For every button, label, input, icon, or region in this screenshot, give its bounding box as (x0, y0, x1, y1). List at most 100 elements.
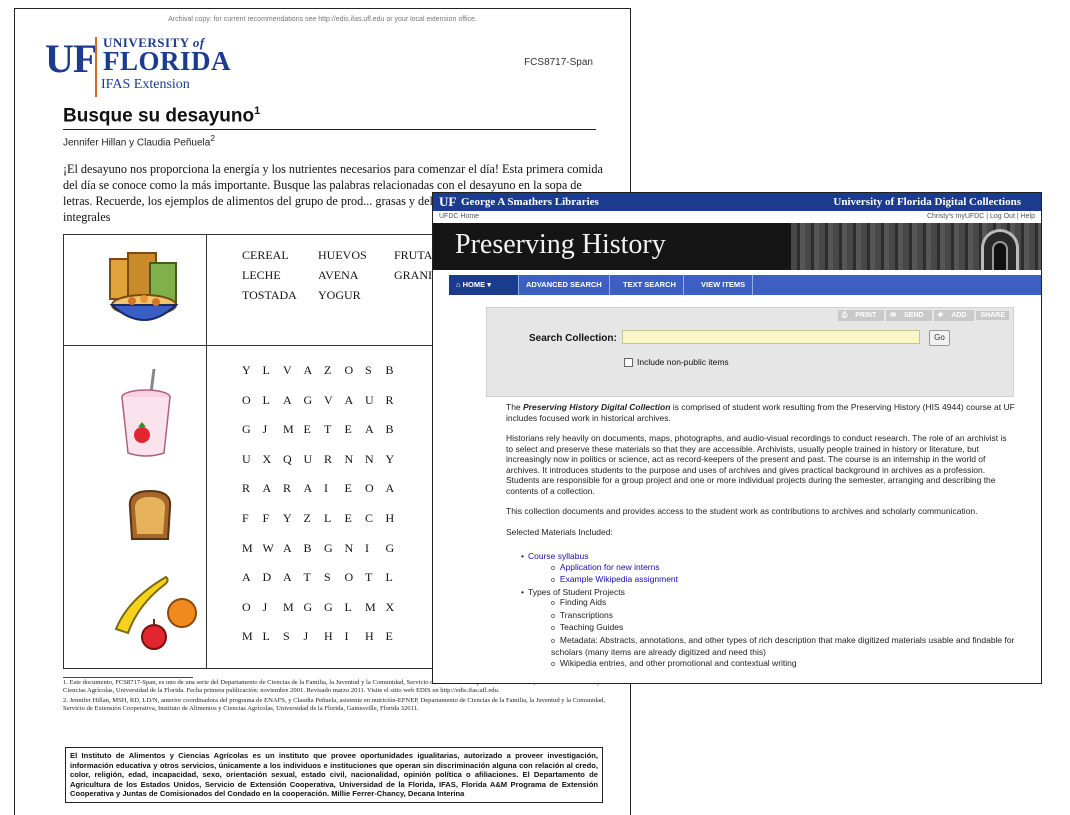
tab-home[interactable]: ⌂ HOME ▾ (449, 275, 519, 295)
list-item: Types of Student Projects Finding Aids T… (521, 587, 1016, 671)
banner-title: Preserving History (455, 229, 666, 260)
grid-letter: L (324, 510, 332, 525)
toast-illustration (128, 489, 172, 540)
grid-letter: V (283, 363, 292, 377)
share-button[interactable]: SHARE (976, 311, 1009, 320)
grid-letter: L (262, 629, 270, 644)
course-syllabus-link[interactable]: Course syllabus (528, 551, 588, 561)
grid-letter: R (242, 481, 251, 496)
digital-collections-window: UF George A Smathers Libraries Universit… (432, 192, 1042, 684)
print-button[interactable]: ⎙ PRINT (837, 310, 885, 321)
logo-uf: UF (45, 36, 97, 81)
grid-letter: C (365, 510, 374, 525)
logo-florida: FLORIDA (103, 46, 232, 76)
grid-letter: E (344, 481, 352, 496)
grid-letter: O (344, 570, 354, 585)
grid-letter: A (242, 570, 251, 585)
grid-row: UXQURNNY (242, 452, 406, 482)
grid-letter: Y (385, 451, 395, 466)
grid-letter: H (324, 629, 333, 644)
include-nonpublic-checkbox[interactable] (624, 358, 633, 367)
grid-letter: E (344, 422, 352, 437)
grid-row: MLSJHIHE (242, 629, 406, 659)
grid-letter: S (283, 629, 290, 644)
grid-letter: G (242, 422, 251, 437)
list-item[interactable]: Example Wikipedia assignment (551, 574, 1016, 587)
interns-application-link[interactable]: Application for new interns (560, 562, 660, 572)
grid-letter: B (385, 422, 394, 437)
grid-letter: H (365, 629, 374, 644)
grid-letter: M (283, 599, 294, 614)
grid-row: OJMGGLMX (242, 600, 406, 630)
logo-divider (95, 37, 97, 97)
collection-description: The Preserving History Digital Collectio… (506, 402, 1016, 670)
grid-letter: Y (242, 363, 251, 377)
cereal-bowl-illustration (109, 252, 179, 321)
collection-banner: Preserving History (433, 223, 1041, 270)
grid-letter: R (324, 451, 333, 466)
list-item[interactable]: Application for new interns (551, 562, 1016, 575)
list-item: Metadata: Abstracts, annotations, and ot… (551, 635, 1016, 658)
grid-row: FFYZLECH (242, 511, 406, 541)
yogurt-illustration (121, 368, 171, 457)
footnote-2: 2. Jennifer Hillan, MSH, RD, LD/N, anter… (63, 696, 606, 713)
grid-letter: E (385, 629, 393, 644)
document-authors: Jennifer Hillan y Claudia Peñuela2 (63, 133, 215, 149)
materials-heading: Selected Materials Included: (506, 526, 613, 537)
grid-letter: I (365, 540, 369, 555)
list-item: Wikipedia entries, and other promotional… (551, 658, 1016, 671)
uf-mark[interactable]: UF (439, 194, 456, 210)
wikipedia-assignment-link[interactable]: Example Wikipedia assignment (560, 574, 678, 584)
letter-grid: YLVAZOSBOLAGVAURGJMETEABUXQURNNYRARAIEOA… (242, 363, 406, 659)
grid-letter: O (242, 392, 251, 407)
search-input[interactable] (622, 330, 920, 344)
uf-ifas-logo: UF UNIVERSITY of FLORIDA IFAS Extension (45, 33, 245, 99)
list-item[interactable]: Course syllabus Application for new inte… (521, 551, 1016, 587)
grid-letter: Z (324, 363, 332, 377)
tab-advanced-search[interactable]: ADVANCED SEARCH (519, 275, 610, 295)
grid-letter: O (242, 599, 251, 614)
ufdc-home-link[interactable]: UFDC Home (439, 213, 479, 220)
document-code: FCS8717-Span (524, 57, 593, 68)
grid-letter: I (344, 629, 349, 644)
grid-letter: A (303, 481, 313, 496)
search-panel: ⎙ PRINT ✉ SEND ✚ ADD SHARE Search Collectio… (486, 307, 1014, 397)
grid-row: RARAIEOA (242, 481, 406, 511)
grid-letter: F (262, 510, 270, 525)
grid-letter: O (365, 481, 374, 496)
grid-letter: E (344, 510, 352, 525)
grid-letter: X (262, 451, 272, 466)
account-links[interactable]: Christy's myUFDC | Log Out | Help (927, 213, 1035, 220)
include-nonpublic-label: Include non-public items (637, 357, 729, 367)
grid-letter: B (303, 540, 312, 555)
grid-letter: R (283, 481, 292, 496)
description-paragraph: The Preserving History Digital Collectio… (506, 402, 1015, 423)
grid-letter: N (344, 540, 354, 555)
footnotes: 1. Este documento, FCS8717-Span, es uno … (63, 679, 608, 715)
grid-row: ADATSOTL (242, 570, 406, 600)
grid-row: YLVAZOSB (242, 363, 406, 393)
collection-site-name[interactable]: University of Florida Digital Collection… (833, 196, 1021, 208)
add-button[interactable]: ✚ ADD (933, 310, 975, 321)
grid-letter: L (344, 599, 352, 614)
grid-letter: A (283, 540, 292, 555)
tab-text-search[interactable]: TEXT SEARCH (616, 275, 684, 295)
document-title: Busque su desayuno1 (63, 105, 261, 127)
list-item: Finding Aids (551, 597, 1016, 610)
title-rule (63, 129, 596, 130)
grid-letter: H (385, 510, 395, 525)
grid-letter: V (324, 392, 333, 407)
go-button[interactable]: Go (929, 330, 950, 346)
materials-list: Course syllabus Application for new inte… (521, 551, 1016, 670)
send-button[interactable]: ✉ SEND (886, 310, 932, 321)
grid-letter: M (283, 422, 294, 437)
grid-letter: B (385, 363, 394, 377)
grid-letter: L (262, 363, 270, 377)
tab-view-items[interactable]: VIEW ITEMS (694, 275, 754, 295)
chevron-down-icon: ▾ (487, 280, 491, 289)
grid-letter: W (262, 540, 274, 555)
grid-letter: A (385, 481, 395, 496)
library-name[interactable]: George A Smathers Libraries (461, 196, 599, 208)
grid-letter: F (242, 510, 249, 525)
grid-letter: A (283, 570, 292, 585)
